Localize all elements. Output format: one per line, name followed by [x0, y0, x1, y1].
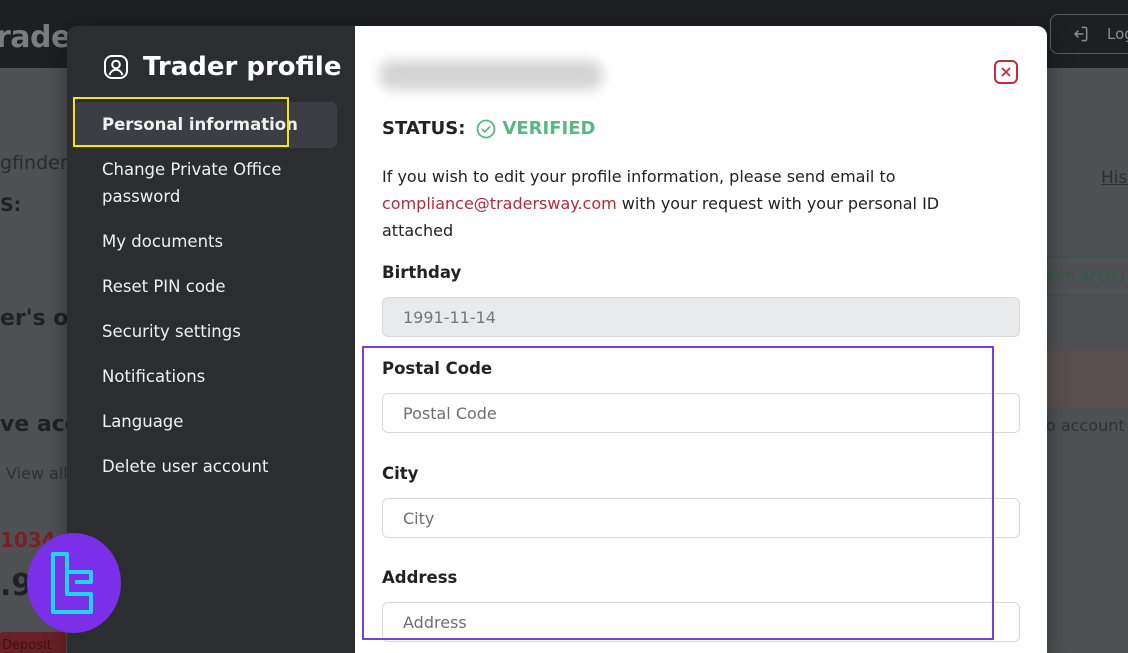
sidebar-item-language[interactable]: Language: [73, 408, 337, 435]
sidebar-title: Trader profile: [103, 52, 341, 82]
logout-label: Log: [1107, 25, 1128, 43]
background-status: S:: [0, 194, 22, 216]
info-text-before: If you wish to edit your profile informa…: [382, 167, 896, 186]
close-icon: [1001, 67, 1011, 77]
birthday-label: Birthday: [382, 263, 462, 282]
sidebar-item-personal-information[interactable]: Personal information: [73, 102, 337, 148]
address-input[interactable]: [382, 602, 1020, 642]
background-no-account: o account: [1046, 416, 1125, 435]
watermark-logo: [27, 533, 121, 633]
sidebar-item-delete-account[interactable]: Delete user account: [73, 453, 337, 480]
city-input[interactable]: [382, 498, 1020, 538]
background-deposit-button[interactable]: Deposit: [0, 632, 66, 653]
postal-code-label: Postal Code: [382, 359, 493, 378]
background-green-button[interactable]: een Accou: [1042, 256, 1128, 296]
info-message: If you wish to edit your profile informa…: [382, 163, 1002, 244]
annotation-highlight-purple: [362, 346, 994, 640]
background-view-all[interactable]: View all: [6, 464, 68, 483]
trader-profile-modal: Trader profile Personal information Chan…: [67, 26, 1047, 653]
sidebar-item-my-documents[interactable]: My documents: [73, 228, 337, 255]
status-label: STATUS:: [382, 118, 466, 139]
sidebar-item-security-settings[interactable]: Security settings: [73, 318, 337, 345]
check-circle-icon: [477, 119, 496, 138]
blurred-user-name: [379, 60, 603, 90]
sidebar-item-notifications[interactable]: Notifications: [73, 363, 337, 390]
user-circle-icon: [104, 55, 128, 79]
city-label: City: [382, 464, 419, 483]
sidebar-item-change-password[interactable]: Change Private Office password: [73, 156, 337, 210]
close-button[interactable]: [994, 60, 1018, 84]
logout-button[interactable]: Log: [1050, 14, 1128, 54]
background-username: gfinder: [0, 152, 68, 174]
compliance-email-link[interactable]: compliance@tradersway.com: [382, 194, 617, 213]
sidebar-title-text: Trader profile: [143, 52, 342, 82]
history-link[interactable]: Hist: [1101, 168, 1128, 188]
sidebar-item-reset-pin[interactable]: Reset PIN code: [73, 273, 337, 300]
status-row: STATUS: VERIFIED: [382, 118, 595, 139]
logout-icon: [1073, 26, 1088, 42]
profile-content: STATUS: VERIFIED If you wish to edit you…: [355, 26, 1047, 653]
postal-code-input[interactable]: [382, 393, 1020, 433]
address-label: Address: [382, 568, 458, 587]
background-alert-strip: [1046, 350, 1128, 406]
status-badge: VERIFIED: [502, 118, 596, 139]
birthday-field: [382, 297, 1020, 337]
